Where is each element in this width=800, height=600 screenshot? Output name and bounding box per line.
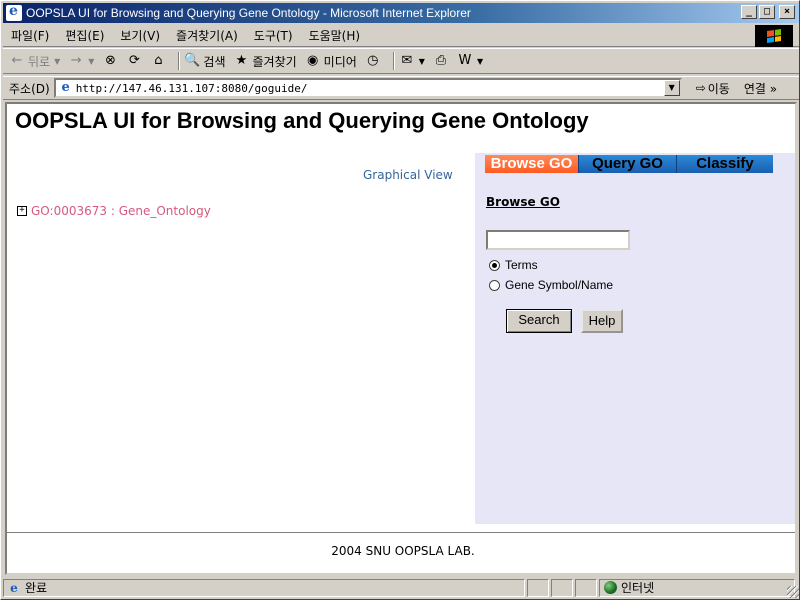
status-text: 완료 [25, 581, 48, 595]
back-dropdown-icon[interactable]: ▼ [54, 57, 60, 66]
section-heading: Browse GO [486, 195, 560, 209]
go-button[interactable]: ⇨ 이동 [696, 80, 730, 97]
links-button[interactable]: 연결 » [744, 80, 777, 97]
menu-view[interactable]: 보기(V) [112, 27, 168, 44]
history-button[interactable]: ◷ [365, 53, 381, 69]
address-bar: 주소(D) e ▼ ⇨ 이동 연결 » [3, 76, 799, 100]
minimize-button[interactable]: _ [741, 5, 757, 19]
search-icon: 🔍 [184, 53, 201, 68]
help-button[interactable]: Help [581, 309, 623, 333]
home-icon: ⌂ [154, 53, 163, 68]
footer-text: 2004 SNU OOPSLA LAB. [331, 544, 475, 558]
title-bar[interactable]: OOPSLA UI for Browsing and Querying Gene… [3, 3, 799, 23]
mail-dropdown-icon[interactable]: ▼ [419, 57, 425, 66]
menu-bar: 파일(F) 편집(E) 보기(V) 즐겨찾기(A) 도구(T) 도움말(H) [3, 25, 799, 47]
page-content: OOPSLA UI for Browsing and Querying Gene… [5, 102, 797, 575]
edit-button[interactable]: W ▼ [457, 53, 484, 69]
window-title: OOPSLA UI for Browsing and Querying Gene… [26, 6, 471, 20]
forward-arrow-icon: → [70, 53, 82, 68]
status-cell [527, 578, 549, 597]
menu-help[interactable]: 도움말(H) [301, 27, 369, 44]
history-icon: ◷ [367, 53, 379, 68]
radio-option-terms[interactable]: Terms [489, 258, 538, 272]
address-dropdown-icon[interactable]: ▼ [663, 80, 680, 96]
go-arrow-icon: ⇨ [695, 81, 706, 95]
maximize-button[interactable]: □ [759, 5, 775, 19]
radio-gene-symbol[interactable] [489, 279, 500, 291]
address-label: 주소(D) [9, 81, 50, 96]
refresh-icon: ⟳ [128, 53, 140, 68]
stop-icon: ⊗ [104, 53, 116, 68]
go-label: 이동 [707, 81, 730, 96]
forward-button[interactable]: → ▼ [68, 53, 95, 69]
ie-app-icon [6, 3, 22, 21]
mail-button[interactable]: ✉ ▼ [399, 53, 425, 69]
graphical-view-link[interactable]: Graphical View [363, 168, 453, 182]
radio-option-gene[interactable]: Gene Symbol/Name [489, 278, 613, 292]
tree-row: + GO:0003673 : Gene_Ontology [17, 204, 211, 218]
favorites-label: 즐겨찾기 [252, 54, 297, 69]
page-icon: e [61, 80, 70, 95]
address-field[interactable]: e ▼ [53, 78, 682, 98]
media-label: 미디어 [323, 54, 357, 69]
edit-dropdown-icon[interactable]: ▼ [477, 57, 483, 66]
word-edit-icon: W [458, 53, 472, 68]
address-input[interactable] [75, 81, 656, 95]
home-button[interactable]: ⌂ [150, 53, 166, 69]
status-cell [575, 578, 597, 597]
search-button[interactable]: 🔍 검색 [184, 53, 225, 70]
standard-toolbar: ← 뒤로 ▼ → ▼ ⊗ ⟳ ⌂ 🔍 검색 ★ 즐겨찾기 ◉ 미디어 ◷ ✉ ▼… [3, 48, 799, 74]
page-title: OOPSLA UI for Browsing and Querying Gene… [15, 108, 589, 133]
search-input[interactable] [486, 230, 630, 250]
close-button[interactable]: × [779, 5, 795, 19]
search-panel: Browse GO Query GO Classify Browse GO Te… [475, 153, 795, 524]
search-label: 검색 [203, 54, 226, 69]
windows-logo [755, 25, 793, 47]
expand-icon[interactable]: + [17, 206, 27, 216]
zone-label: 인터넷 [621, 581, 655, 595]
window-controls: _ □ × [741, 5, 795, 19]
tab-browse-go[interactable]: Browse GO [485, 155, 579, 173]
windows-flag-icon [767, 29, 781, 43]
tab-classify[interactable]: Classify [677, 155, 773, 173]
menu-file[interactable]: 파일(F) [3, 27, 57, 44]
security-zone: 인터넷 [599, 578, 795, 597]
toolbar-separator [392, 52, 395, 70]
status-cell [551, 578, 573, 597]
toolbar-separator [178, 52, 181, 70]
menu-tools[interactable]: 도구(T) [246, 27, 301, 44]
forward-dropdown-icon[interactable]: ▼ [88, 57, 94, 66]
favorites-button[interactable]: ★ 즐겨찾기 [234, 53, 297, 70]
status-main: e 완료 [3, 578, 525, 597]
media-button[interactable]: ◉ 미디어 [305, 53, 357, 70]
stop-button[interactable]: ⊗ [102, 53, 118, 69]
tab-query-go[interactable]: Query GO [579, 155, 677, 173]
back-arrow-icon: ← [11, 53, 23, 68]
favorites-icon: ★ [235, 53, 248, 68]
footer-divider [7, 532, 795, 534]
menu-favorites[interactable]: 즐겨찾기(A) [168, 27, 246, 44]
go-root-term-link[interactable]: GO:0003673 : Gene_Ontology [31, 204, 211, 218]
refresh-button[interactable]: ⟳ [126, 53, 142, 69]
print-button[interactable]: ⎙ [433, 53, 449, 69]
globe-icon [604, 581, 617, 594]
browser-window: OOPSLA UI for Browsing and Querying Gene… [0, 0, 800, 600]
radio-gene-label: Gene Symbol/Name [505, 278, 614, 292]
mail-icon: ✉ [401, 53, 413, 68]
back-label: 뒤로 [28, 54, 51, 69]
radio-terms[interactable] [489, 259, 500, 271]
page-status-icon: e [10, 580, 18, 595]
radio-terms-label: Terms [505, 258, 538, 272]
menu-edit[interactable]: 편집(E) [57, 27, 112, 44]
back-button[interactable]: ← 뒤로 ▼ [9, 53, 61, 70]
resize-grip-icon[interactable] [787, 586, 799, 598]
status-bar: e 완료 인터넷 [3, 577, 799, 598]
print-icon: ⎙ [435, 53, 447, 68]
media-icon: ◉ [307, 53, 319, 68]
panel-tabs: Browse GO Query GO Classify [485, 155, 773, 173]
search-submit-button[interactable]: Search [506, 309, 572, 333]
